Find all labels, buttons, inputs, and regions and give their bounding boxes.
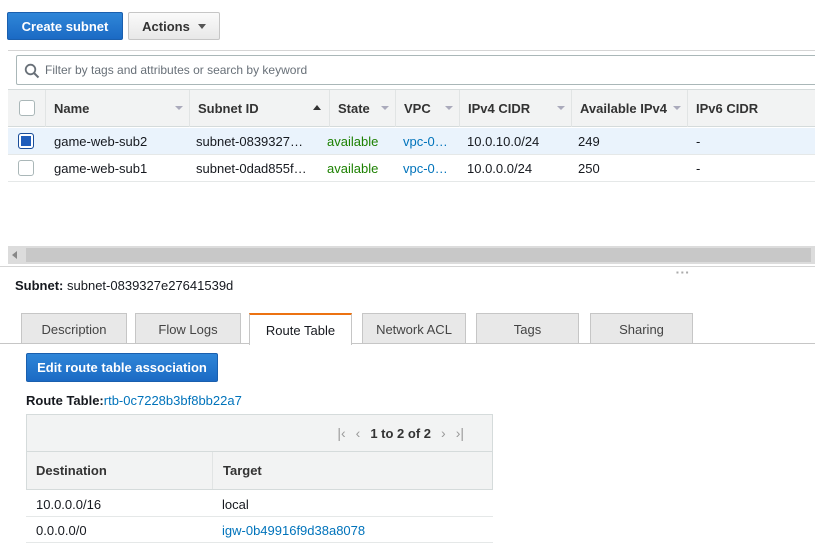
horizontal-scrollbar[interactable] xyxy=(8,246,815,264)
route-destination: 0.0.0.0/0 xyxy=(36,522,87,538)
routes-table-header: Destination Target xyxy=(26,452,493,490)
tab-label: Tags xyxy=(513,321,542,337)
select-all-cell xyxy=(8,90,46,127)
last-page-icon[interactable]: ›| xyxy=(456,425,464,441)
filter-bar xyxy=(8,50,815,90)
table-row[interactable]: game-web-sub2 subnet-0839327… available … xyxy=(8,128,815,155)
column-header-vpc[interactable]: VPC xyxy=(396,90,460,127)
table-row[interactable]: game-web-sub1 subnet-0dad855f… available… xyxy=(8,155,815,182)
sort-ascending-icon xyxy=(313,105,321,110)
tab-label: Route Table xyxy=(265,322,336,338)
tab-label: Sharing xyxy=(619,321,664,337)
available-ipv4: 249 xyxy=(578,133,600,149)
next-page-icon[interactable]: › xyxy=(441,425,446,441)
column-label-destination: Destination xyxy=(36,463,107,478)
subnet-state: available xyxy=(327,133,379,149)
sort-caret-icon xyxy=(557,106,565,110)
subnet-id-value: subnet-0839327e27641539d xyxy=(67,278,234,293)
search-input[interactable] xyxy=(45,56,805,84)
subnet-label: Subnet: xyxy=(15,278,64,293)
route-table-pager-bar: |‹ ‹ 1 to 2 of 2 › ›| xyxy=(26,414,493,452)
route-table-label: Route Table: xyxy=(26,393,104,408)
route-target: local xyxy=(222,496,249,512)
actions-dropdown-button[interactable]: Actions xyxy=(128,12,220,40)
sort-caret-icon xyxy=(381,106,389,110)
ipv6-cidr: - xyxy=(696,160,701,176)
column-label-vpc: VPC xyxy=(404,101,431,116)
column-label-name: Name xyxy=(54,101,90,116)
tab-description[interactable]: Description xyxy=(21,313,127,344)
tab-label: Description xyxy=(41,321,107,337)
search-icon xyxy=(24,63,40,79)
column-header-ipv6-cidr[interactable]: IPv6 CIDR xyxy=(688,90,815,127)
route-table-id-link[interactable]: rtb-0c7228b3bf8bb22a7 xyxy=(104,393,242,408)
tab-label: Network ACL xyxy=(376,321,452,337)
subnet-id: subnet-0dad855f… xyxy=(196,160,307,176)
vpc-link[interactable]: vpc-0… xyxy=(403,155,463,181)
ipv4-cidr: 10.0.10.0/24 xyxy=(467,133,540,149)
column-label-ipv6-cidr: IPv6 CIDR xyxy=(696,101,759,116)
edit-route-table-association-button[interactable]: Edit route table association xyxy=(26,353,218,382)
subnets-table-header: Name Subnet ID State VPC IPv4 CIDR Avail… xyxy=(8,89,815,127)
tab-label: Flow Logs xyxy=(158,321,218,337)
subnet-id: subnet-0839327… xyxy=(196,133,303,149)
subnet-state: available xyxy=(327,160,379,176)
resize-grip-icon[interactable]: ▪▪▪ xyxy=(676,268,691,277)
column-label-ipv4-cidr: IPv4 CIDR xyxy=(468,101,531,116)
vpc-link[interactable]: vpc-0… xyxy=(403,128,463,154)
row-checkbox[interactable] xyxy=(18,160,34,176)
column-header-destination[interactable]: Destination xyxy=(27,452,213,489)
pane-splitter[interactable] xyxy=(0,266,815,267)
column-label-state: State xyxy=(338,101,370,116)
column-label-target: Target xyxy=(223,463,262,478)
tab-flow-logs[interactable]: Flow Logs xyxy=(135,313,241,344)
ipv6-cidr: - xyxy=(696,133,701,149)
create-subnet-button[interactable]: Create subnet xyxy=(7,12,123,40)
row-checkbox[interactable] xyxy=(18,133,34,149)
edit-button-label: Edit route table association xyxy=(37,360,207,375)
first-page-icon[interactable]: |‹ xyxy=(337,425,345,441)
scrollbar-thumb[interactable] xyxy=(26,248,811,262)
subnet-name: game-web-sub2 xyxy=(54,133,148,149)
tab-divider xyxy=(0,343,815,344)
sort-caret-icon xyxy=(673,106,681,110)
previous-page-icon[interactable]: ‹ xyxy=(356,425,361,441)
tab-route-table[interactable]: Route Table xyxy=(249,313,352,345)
column-header-state[interactable]: State xyxy=(330,90,396,127)
select-all-checkbox[interactable] xyxy=(19,100,35,116)
column-header-subnet-id[interactable]: Subnet ID xyxy=(190,90,330,127)
sort-caret-icon xyxy=(175,106,183,110)
route-row: 10.0.0.0/16 local xyxy=(26,491,493,517)
route-target-igw-link[interactable]: igw-0b49916f9d38a8078 xyxy=(222,517,482,543)
route-destination: 10.0.0.0/16 xyxy=(36,496,102,512)
available-ipv4: 250 xyxy=(578,160,600,176)
tab-network-acl[interactable]: Network ACL xyxy=(362,313,466,344)
chevron-down-icon xyxy=(197,23,206,29)
search-box xyxy=(16,55,815,85)
route-row: 0.0.0.0/0 igw-0b49916f9d38a8078 xyxy=(26,517,493,543)
column-label-subnet-id: Subnet ID xyxy=(198,101,259,116)
actions-label: Actions xyxy=(142,18,190,34)
pager: |‹ ‹ 1 to 2 of 2 › ›| xyxy=(337,425,464,441)
column-header-target[interactable]: Target xyxy=(213,452,492,489)
tab-tags[interactable]: Tags xyxy=(476,313,579,344)
column-header-name[interactable]: Name xyxy=(46,90,190,127)
column-label-available-ipv4: Available IPv4 xyxy=(580,101,667,116)
subnet-name: game-web-sub1 xyxy=(54,160,148,176)
pager-text: 1 to 2 of 2 xyxy=(370,425,432,441)
column-header-available-ipv4[interactable]: Available IPv4 xyxy=(572,90,688,127)
create-subnet-label: Create subnet xyxy=(21,18,109,34)
column-header-ipv4-cidr[interactable]: IPv4 CIDR xyxy=(460,90,572,127)
route-table-heading: Route Table:rtb-0c7228b3bf8bb22a7 xyxy=(26,393,242,408)
subnet-detail-heading: Subnet: subnet-0839327e27641539d xyxy=(15,278,233,293)
sort-caret-icon xyxy=(445,106,453,110)
tab-sharing[interactable]: Sharing xyxy=(590,313,693,344)
scroll-left-icon[interactable] xyxy=(12,251,17,259)
ipv4-cidr: 10.0.0.0/24 xyxy=(467,160,533,176)
